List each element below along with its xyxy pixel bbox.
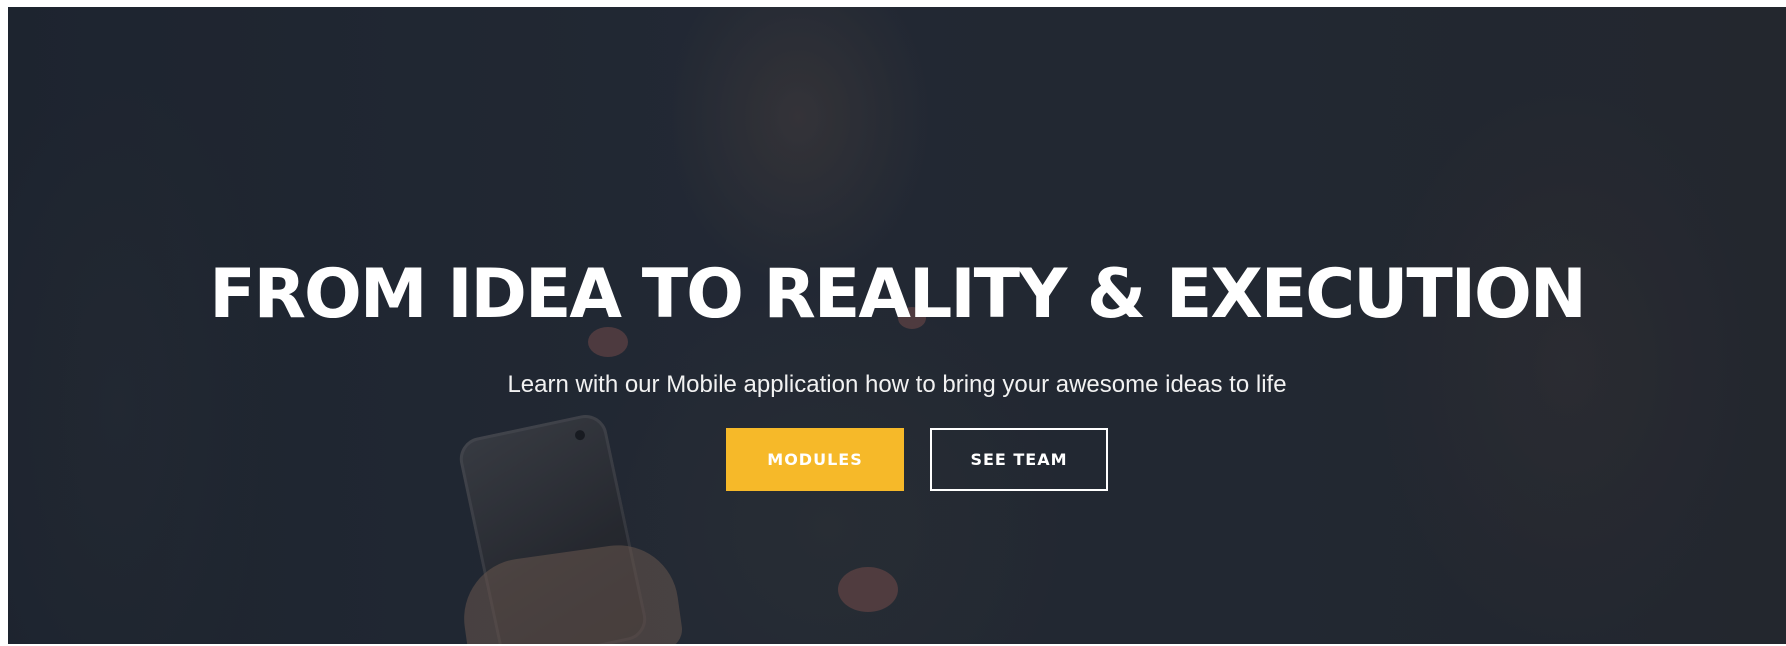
hero-content: FROM IDEA TO REALITY & EXECUTION Learn w…: [8, 7, 1786, 644]
see-team-button[interactable]: SEE TEAM: [930, 428, 1108, 491]
hero-subtitle: Learn with our Mobile application how to…: [507, 371, 1287, 398]
hero-section: FROM IDEA TO REALITY & EXECUTION Learn w…: [8, 7, 1786, 644]
modules-button[interactable]: MODULES: [726, 428, 904, 491]
hero-title: FROM IDEA TO REALITY & EXECUTION: [209, 255, 1587, 334]
